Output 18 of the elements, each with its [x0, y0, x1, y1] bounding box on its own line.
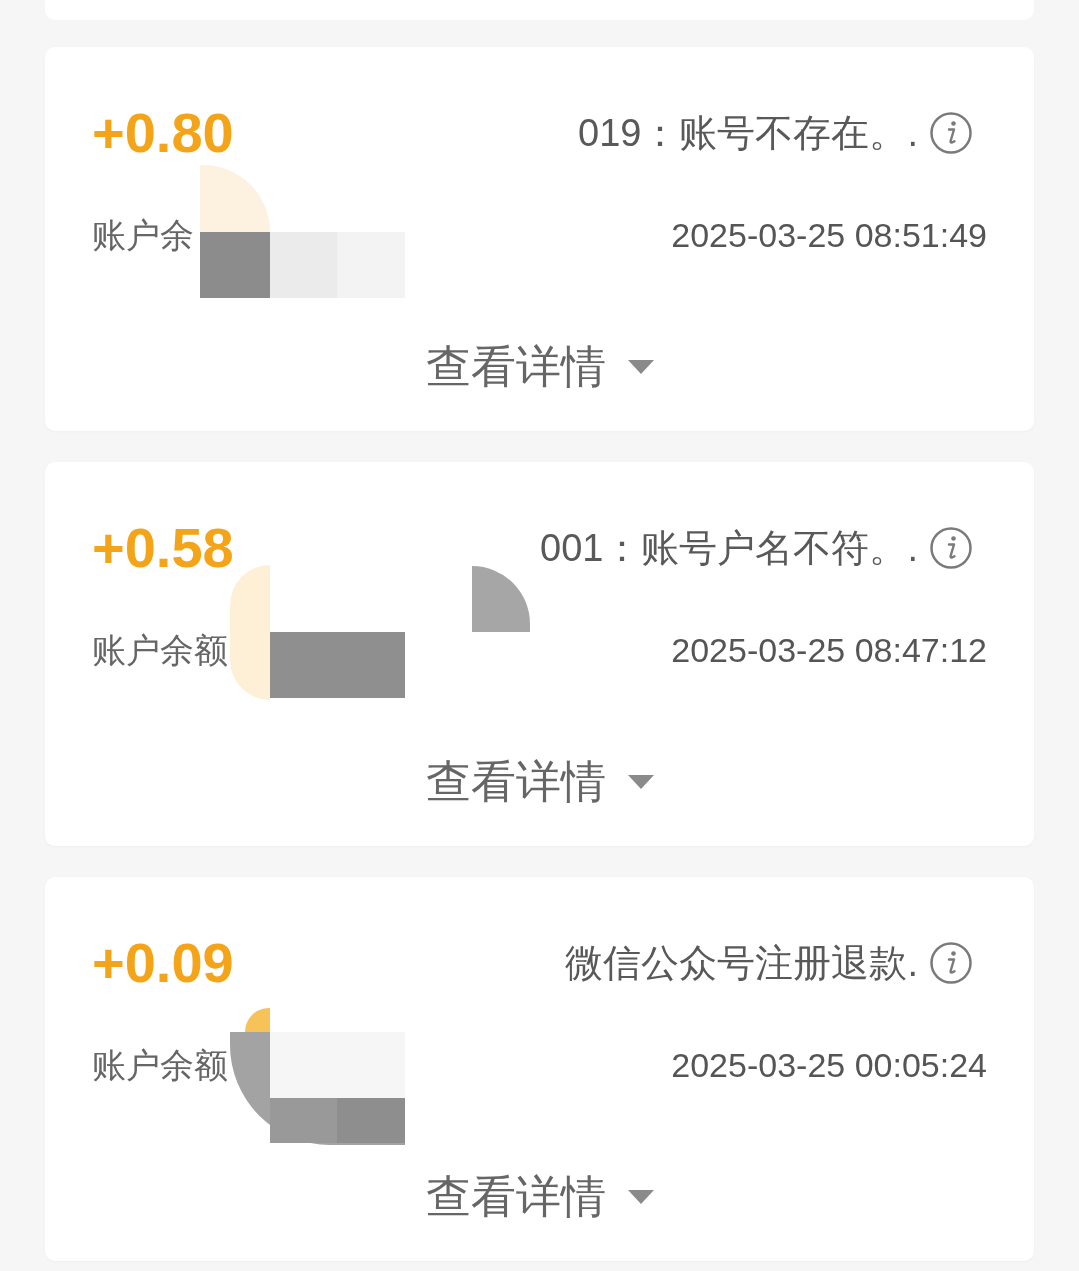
balance-label: 账户余额: [92, 630, 228, 670]
amount-text: +0.80: [92, 103, 234, 163]
timestamp-text: 2025-03-25 08:51:49: [671, 215, 987, 255]
balance-label: 账户余额: [92, 1045, 228, 1085]
amount-text: +0.58: [92, 518, 234, 578]
description-text: 001：账号户名不符。.: [540, 526, 918, 571]
view-details-button[interactable]: 查看详情: [425, 1172, 654, 1222]
view-details-button[interactable]: 查看详情: [425, 342, 654, 392]
info-icon[interactable]: [930, 527, 972, 569]
balance-label: 账户余: [92, 215, 194, 255]
description-text: 微信公众号注册退款.: [565, 941, 918, 986]
description-text: 019：账号不存在。.: [578, 111, 918, 156]
timestamp-text: 2025-03-25 08:47:12: [671, 630, 987, 670]
info-icon[interactable]: [930, 942, 972, 984]
view-details-button[interactable]: 查看详情: [425, 757, 654, 807]
info-icon[interactable]: [930, 112, 972, 154]
timestamp-text: 2025-03-25 00:05:24: [671, 1045, 987, 1085]
amount-text: +0.09: [92, 933, 234, 993]
